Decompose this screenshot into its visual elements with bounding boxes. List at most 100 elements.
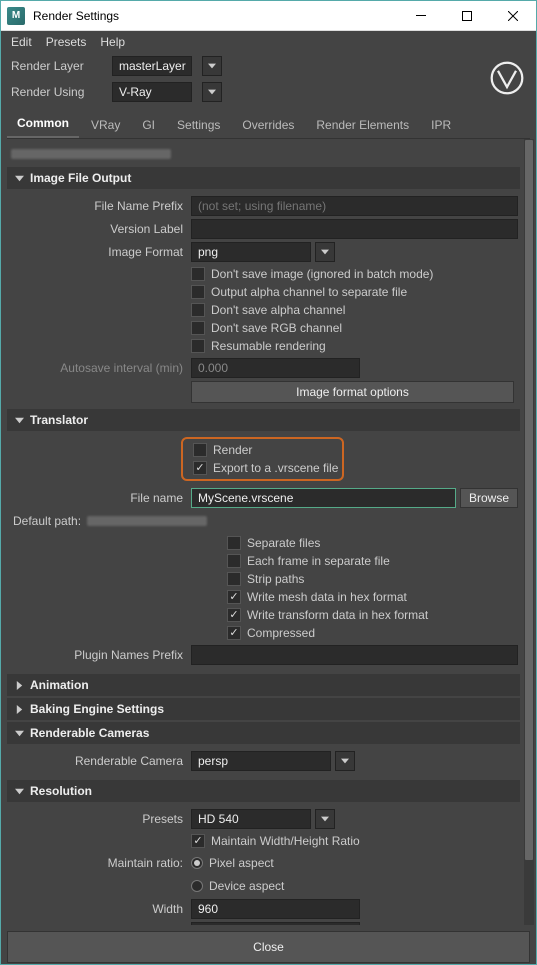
maintain-ratio-checkbox[interactable]	[191, 834, 205, 848]
width-label: Width	[7, 902, 191, 916]
chevron-right-icon	[15, 681, 24, 690]
dropdown-arrow-icon[interactable]	[315, 809, 335, 829]
dont-save-alpha-label: Don't save alpha channel	[211, 303, 345, 317]
dont-save-image-label: Don't save image (ignored in batch mode)	[211, 267, 433, 281]
pixel-aspect-radio[interactable]	[191, 857, 203, 869]
tab-bar: Common VRay GI Settings Overrides Render…	[7, 111, 530, 139]
render-label: Render	[213, 443, 252, 457]
plugin-names-prefix-input[interactable]	[191, 645, 518, 665]
strip-paths-label: Strip paths	[247, 572, 304, 586]
default-path-label: Default path:	[13, 514, 81, 528]
output-path-preview	[11, 149, 520, 159]
compressed-checkbox[interactable]	[227, 626, 241, 640]
dropdown-arrow-icon[interactable]	[202, 56, 222, 76]
tab-settings[interactable]: Settings	[167, 113, 230, 138]
menu-presets[interactable]: Presets	[46, 35, 87, 49]
dont-save-image-checkbox[interactable]	[191, 267, 205, 281]
renderable-camera-label: Renderable Camera	[7, 754, 191, 768]
export-vrscene-label: Export to a .vrscene file	[213, 461, 338, 475]
section-header-cameras[interactable]: Renderable Cameras	[7, 722, 520, 744]
tab-overrides[interactable]: Overrides	[232, 113, 304, 138]
separate-files-checkbox[interactable]	[227, 536, 241, 550]
vray-logo-icon	[489, 60, 525, 96]
default-path-value	[87, 516, 207, 526]
render-layer-dropdown[interactable]: masterLayer	[112, 56, 192, 76]
renderable-camera-dropdown[interactable]: persp	[191, 751, 331, 771]
autosave-interval-label: Autosave interval (min)	[7, 361, 191, 375]
tab-gi[interactable]: GI	[132, 113, 165, 138]
scrollbar-vertical[interactable]	[524, 139, 534, 925]
file-name-prefix-input[interactable]	[191, 196, 518, 216]
resumable-rendering-checkbox[interactable]	[191, 339, 205, 353]
strip-paths-checkbox[interactable]	[227, 572, 241, 586]
dropdown-arrow-icon[interactable]	[335, 751, 355, 771]
tab-common[interactable]: Common	[7, 111, 79, 138]
mesh-hex-checkbox[interactable]	[227, 590, 241, 604]
menu-edit[interactable]: Edit	[11, 35, 32, 49]
render-checkbox[interactable]	[193, 443, 207, 457]
section-header-translator[interactable]: Translator	[7, 409, 520, 431]
dropdown-arrow-icon[interactable]	[202, 82, 222, 102]
tab-vray[interactable]: VRay	[81, 113, 130, 138]
chevron-right-icon	[15, 705, 24, 714]
dont-save-rgb-checkbox[interactable]	[191, 321, 205, 335]
plugin-names-prefix-label: Plugin Names Prefix	[7, 648, 191, 662]
maximize-button[interactable]	[444, 1, 490, 31]
dropdown-arrow-icon[interactable]	[315, 242, 335, 262]
pixel-aspect-label: Pixel aspect	[209, 856, 274, 870]
content-panel: Image File Output File Name Prefix Versi…	[1, 139, 536, 925]
file-name-label: File name	[7, 491, 191, 505]
mesh-hex-label: Write mesh data in hex format	[247, 590, 407, 604]
export-vrscene-checkbox[interactable]	[193, 461, 207, 475]
window-titlebar: M Render Settings	[1, 1, 536, 31]
tab-render-elements[interactable]: Render Elements	[306, 113, 419, 138]
close-button[interactable]	[490, 1, 536, 31]
section-cameras: Renderable Cameras Renderable Camera per…	[7, 722, 536, 778]
chevron-down-icon	[15, 174, 24, 183]
minimize-button[interactable]	[398, 1, 444, 31]
image-format-options-button[interactable]: Image format options	[191, 381, 514, 403]
presets-dropdown[interactable]: HD 540	[191, 809, 311, 829]
file-name-input[interactable]	[191, 488, 456, 508]
compressed-label: Compressed	[247, 626, 315, 640]
image-format-label: Image Format	[7, 245, 191, 259]
section-translator: Translator Render Export to a .vrscene f…	[7, 409, 536, 672]
separate-files-label: Separate files	[247, 536, 320, 550]
each-frame-checkbox[interactable]	[227, 554, 241, 568]
dont-save-rgb-label: Don't save RGB channel	[211, 321, 342, 335]
menubar: Edit Presets Help	[1, 31, 536, 53]
section-header-baking[interactable]: Baking Engine Settings	[7, 698, 520, 720]
autosave-interval-input[interactable]	[191, 358, 360, 378]
scrollbar-thumb[interactable]	[525, 140, 533, 860]
image-format-dropdown[interactable]: png	[191, 242, 311, 262]
height-input[interactable]	[191, 922, 360, 925]
render-layer-row: Render Layer masterLayer	[1, 53, 536, 79]
version-label-label: Version Label	[7, 222, 191, 236]
version-label-input[interactable]	[191, 219, 518, 239]
browse-button[interactable]: Browse	[460, 488, 518, 508]
render-using-row: Render Using V-Ray	[1, 79, 536, 105]
close-dialog-button[interactable]: Close	[7, 931, 530, 963]
device-aspect-label: Device aspect	[209, 879, 284, 893]
presets-label: Presets	[7, 812, 191, 826]
window-title: Render Settings	[33, 9, 398, 23]
chevron-down-icon	[15, 787, 24, 796]
tab-ipr[interactable]: IPR	[421, 113, 461, 138]
dont-save-alpha-checkbox[interactable]	[191, 303, 205, 317]
section-animation: Animation	[7, 674, 536, 696]
menu-help[interactable]: Help	[100, 35, 125, 49]
section-baking: Baking Engine Settings	[7, 698, 536, 720]
output-alpha-separate-checkbox[interactable]	[191, 285, 205, 299]
chevron-down-icon	[15, 729, 24, 738]
width-input[interactable]	[191, 899, 360, 919]
render-using-dropdown[interactable]: V-Ray	[112, 82, 192, 102]
section-header-resolution[interactable]: Resolution	[7, 780, 520, 802]
highlight-box: Render Export to a .vrscene file	[181, 437, 344, 481]
maintain-ratio-group-label: Maintain ratio:	[7, 856, 191, 870]
section-header-imgout[interactable]: Image File Output	[7, 167, 520, 189]
section-header-animation[interactable]: Animation	[7, 674, 520, 696]
body: Edit Presets Help Render Layer masterLay…	[1, 31, 536, 963]
xform-hex-checkbox[interactable]	[227, 608, 241, 622]
device-aspect-radio[interactable]	[191, 880, 203, 892]
resumable-rendering-label: Resumable rendering	[211, 339, 326, 353]
